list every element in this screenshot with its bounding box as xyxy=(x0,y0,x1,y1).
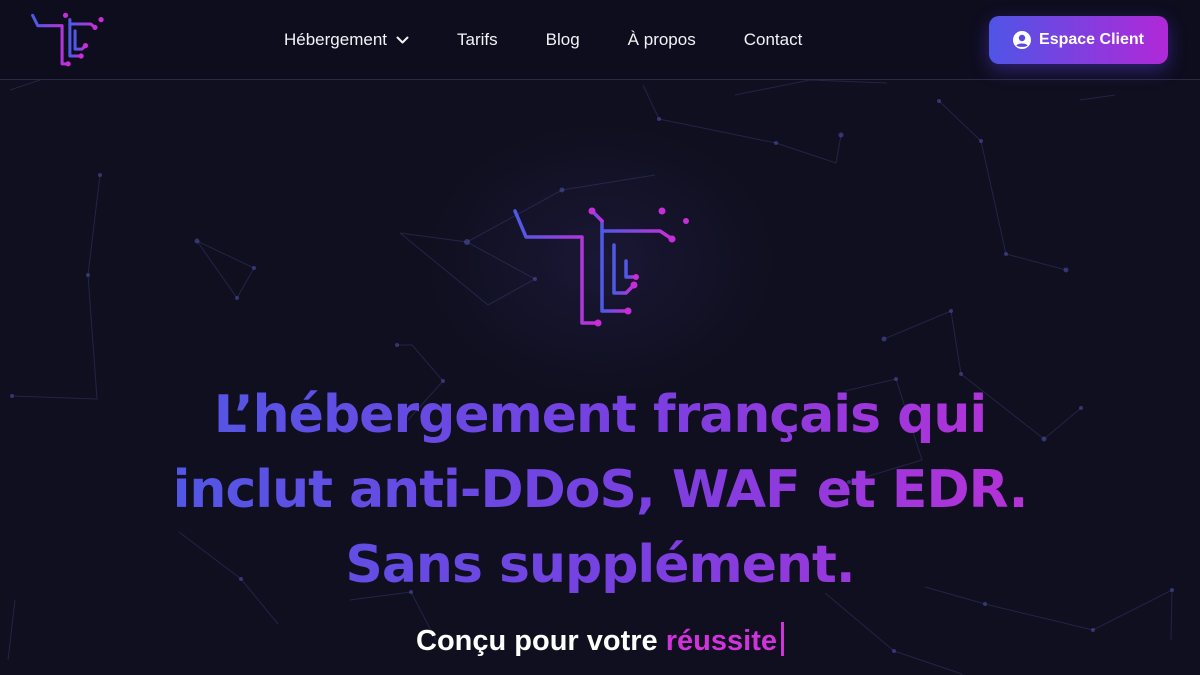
nav-item-blog[interactable]: Blog xyxy=(546,30,580,50)
hero-headline: L’hébergement français qui inclut anti-D… xyxy=(100,378,1100,603)
nav-item-tarifs[interactable]: Tarifs xyxy=(457,30,498,50)
headline-line: inclut anti-DDoS, WAF et EDR. xyxy=(100,453,1100,528)
nav-item-label: Hébergement xyxy=(284,30,388,49)
headline-line: Sans supplément. xyxy=(100,528,1100,603)
nav-item-hebergement[interactable]: Hébergement xyxy=(284,30,409,50)
espace-client-button[interactable]: Espace Client xyxy=(989,16,1168,64)
hero-tagline: Conçu pour votre réussite xyxy=(0,622,1200,658)
main-nav: Hébergement Tarifs Blog À propos Contact xyxy=(284,0,802,80)
typing-cursor xyxy=(780,622,784,656)
chevron-down-icon xyxy=(396,36,409,44)
nav-item-label: Contact xyxy=(743,30,803,49)
nav-item-label: À propos xyxy=(627,30,696,49)
site-header: Hébergement Tarifs Blog À propos Contact… xyxy=(0,0,1200,80)
nav-item-contact[interactable]: Contact xyxy=(744,30,803,50)
nav-item-label: Tarifs xyxy=(457,30,498,49)
tagline-highlight: réussite xyxy=(665,625,777,657)
tagline-prefix: Conçu pour votre xyxy=(416,625,658,657)
headline-line: L’hébergement français qui xyxy=(100,378,1100,453)
hero-logo-icon xyxy=(513,207,689,327)
logo-icon[interactable] xyxy=(30,12,108,68)
espace-client-label: Espace Client xyxy=(1039,31,1144,48)
user-circle-icon xyxy=(1013,31,1032,49)
nav-item-a-propos[interactable]: À propos xyxy=(628,30,696,50)
nav-item-label: Blog xyxy=(545,30,580,49)
